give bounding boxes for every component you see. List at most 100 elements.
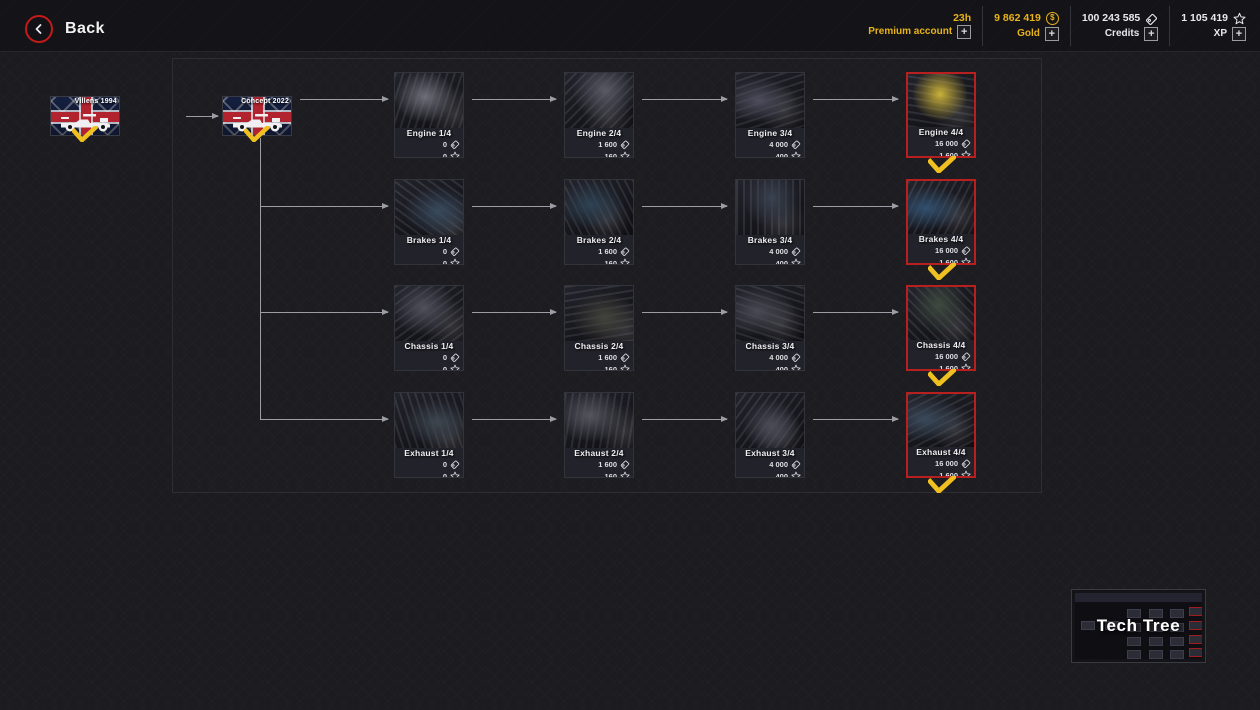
- tech-node-chassis-4[interactable]: Chassis 4/4 16 000 1 600: [906, 285, 976, 371]
- cost-xp-value: 0: [442, 151, 447, 158]
- tech-node-thumbnail: [565, 73, 633, 128]
- tech-node-exhaust-2[interactable]: Exhaust 2/4 1 600 160: [564, 392, 634, 478]
- tech-node-brakes-2[interactable]: Brakes 2/4 1 600 160: [564, 179, 634, 265]
- tech-tree-minimap[interactable]: Tech Tree: [1071, 589, 1206, 663]
- connector-arrow-villers-concept: [186, 113, 219, 119]
- tech-node-brakes-3[interactable]: Brakes 3/4 4 000 400: [735, 179, 805, 265]
- connector-arrow-exhaust-3-to-4: [813, 416, 899, 422]
- cost-credits-value: 4 000: [769, 459, 788, 469]
- cost-xp-row: 0: [442, 258, 460, 265]
- hud-value-credits: 100 243 585: [1081, 11, 1141, 24]
- cost-xp-row: 0: [442, 364, 460, 371]
- tech-node-exhaust-3[interactable]: Exhaust 3/4 4 000 400: [735, 392, 805, 478]
- tech-node-thumbnail: [395, 286, 463, 341]
- star-icon: [450, 151, 460, 157]
- hud-label-xp: XP: [1213, 27, 1227, 39]
- tech-node-engine-2[interactable]: Engine 2/4 1 600 160: [564, 72, 634, 158]
- credits-gem-icon: [961, 458, 971, 468]
- cost-credits-value: 1 600: [598, 459, 617, 469]
- cost-xp-value: 0: [442, 471, 447, 478]
- connector-arrow-chassis-1-to-2: [472, 309, 557, 315]
- tech-node-thumbnail: [908, 287, 974, 340]
- tech-node-thumbnail: [736, 393, 804, 448]
- owned-check-icon: [928, 369, 956, 387]
- tech-node-exhaust-1[interactable]: Exhaust 1/4 0 0: [394, 392, 464, 478]
- tech-node-costs: 4 000 400: [769, 459, 801, 477]
- cost-xp-value: 400: [775, 258, 788, 265]
- tech-node-thumbnail: [565, 180, 633, 235]
- tech-node-brakes-4[interactable]: Brakes 4/4 16 000 1 600: [906, 179, 976, 265]
- star-icon: [620, 258, 630, 264]
- hud-value-row-gold: 9 862 419 $: [994, 11, 1059, 25]
- star-icon: [961, 257, 971, 263]
- star-icon: [620, 471, 630, 477]
- tech-node-thumbnail: [736, 286, 804, 341]
- owned-check-icon: [72, 126, 98, 143]
- owned-check-icon: [244, 126, 270, 143]
- back-button[interactable]: Back: [25, 15, 105, 43]
- hud-value-xp: 1 105 419: [1181, 11, 1228, 24]
- cost-credits-value: 1 600: [598, 352, 617, 362]
- tech-node-engine-1[interactable]: Engine 1/4 0 0: [394, 72, 464, 158]
- star-icon: [791, 258, 801, 264]
- tech-node-thumbnail: [395, 73, 463, 128]
- star-icon: [961, 470, 971, 476]
- tech-node-thumbnail: [395, 393, 463, 448]
- credits-gem-icon: [961, 245, 971, 255]
- connector-branch-exhaust: [260, 416, 389, 422]
- tech-node-label: Exhaust 3/4: [745, 448, 795, 458]
- cost-xp-value: 0: [442, 258, 447, 265]
- connector-branch-brakes: [260, 203, 389, 209]
- tech-node-exhaust-4[interactable]: Exhaust 4/4 16 000 1 600: [906, 392, 976, 478]
- cost-credits-row: 0: [443, 459, 460, 469]
- hud-add-xp-button[interactable]: +: [1232, 26, 1246, 41]
- cost-xp-value: 400: [775, 151, 788, 158]
- connector-trunk-vertical: [260, 138, 261, 419]
- cost-xp-value: 400: [775, 364, 788, 371]
- tech-node-label: Engine 1/4: [406, 128, 452, 138]
- car-card-title: Villens 1994: [74, 98, 117, 105]
- tech-node-engine-3[interactable]: Engine 3/4 4 000 400: [735, 72, 805, 158]
- tech-node-label: Exhaust 2/4: [574, 448, 624, 458]
- cost-credits-value: 0: [442, 139, 447, 149]
- tech-node-chassis-3[interactable]: Chassis 3/4 4 000 400: [735, 285, 805, 371]
- hud-label-gold: Gold: [1017, 27, 1040, 39]
- credits-gem-icon: [1145, 12, 1158, 25]
- cost-xp-row: 400: [775, 151, 801, 158]
- credits-gem-icon: [961, 351, 971, 361]
- cost-xp-value: 160: [604, 151, 617, 158]
- tech-node-engine-4[interactable]: Engine 4/4 16 000 1 600: [906, 72, 976, 158]
- credits-gem-icon: [791, 246, 801, 256]
- tech-node-label: Exhaust 1/4: [404, 448, 454, 458]
- hud-value-row-credits: 100 243 585: [1082, 12, 1158, 25]
- tech-node-thumbnail: [395, 180, 463, 235]
- connector-arrow-chassis-3-to-4: [813, 309, 899, 315]
- tech-node-brakes-1[interactable]: Brakes 1/4 0 0: [394, 179, 464, 265]
- tech-node-chassis-1[interactable]: Chassis 1/4 0 0: [394, 285, 464, 371]
- connector-arrow-chassis-2-to-3: [642, 309, 728, 315]
- cost-xp-value: 0: [442, 364, 447, 371]
- owned-check-icon: [928, 156, 956, 174]
- hud-add-credits-button[interactable]: +: [1144, 26, 1159, 41]
- star-icon: [791, 151, 801, 157]
- hud-cell-xp: 1 105 419 XP +: [1170, 6, 1252, 46]
- tech-node-costs: 1 600 160: [598, 139, 630, 158]
- tech-node-label: Exhaust 4/4: [916, 447, 966, 457]
- cost-xp-value: 160: [604, 364, 617, 371]
- cost-credits-row: 1 600: [598, 139, 630, 149]
- star-icon: [620, 151, 630, 157]
- cost-credits-row: 0: [443, 352, 460, 362]
- tech-node-costs: 16 000 1 600: [935, 351, 971, 369]
- cost-xp-row: 0: [442, 151, 460, 158]
- hud-add-gold-button[interactable]: +: [1044, 26, 1059, 41]
- tech-node-costs: 16 000 1 600: [935, 245, 971, 263]
- credits-gem-icon: [450, 246, 460, 256]
- hud-label-row-credits: Credits +: [1105, 26, 1159, 41]
- connector-arrow-exhaust-1-to-2: [472, 416, 557, 422]
- star-icon: [450, 471, 460, 477]
- hud-add-premium-button[interactable]: +: [957, 25, 972, 40]
- credits-gem-icon: [620, 352, 630, 362]
- cost-credits-value: 16 000: [935, 458, 958, 468]
- cost-credits-row: 4 000: [769, 352, 801, 362]
- tech-node-chassis-2[interactable]: Chassis 2/4 1 600 160: [564, 285, 634, 371]
